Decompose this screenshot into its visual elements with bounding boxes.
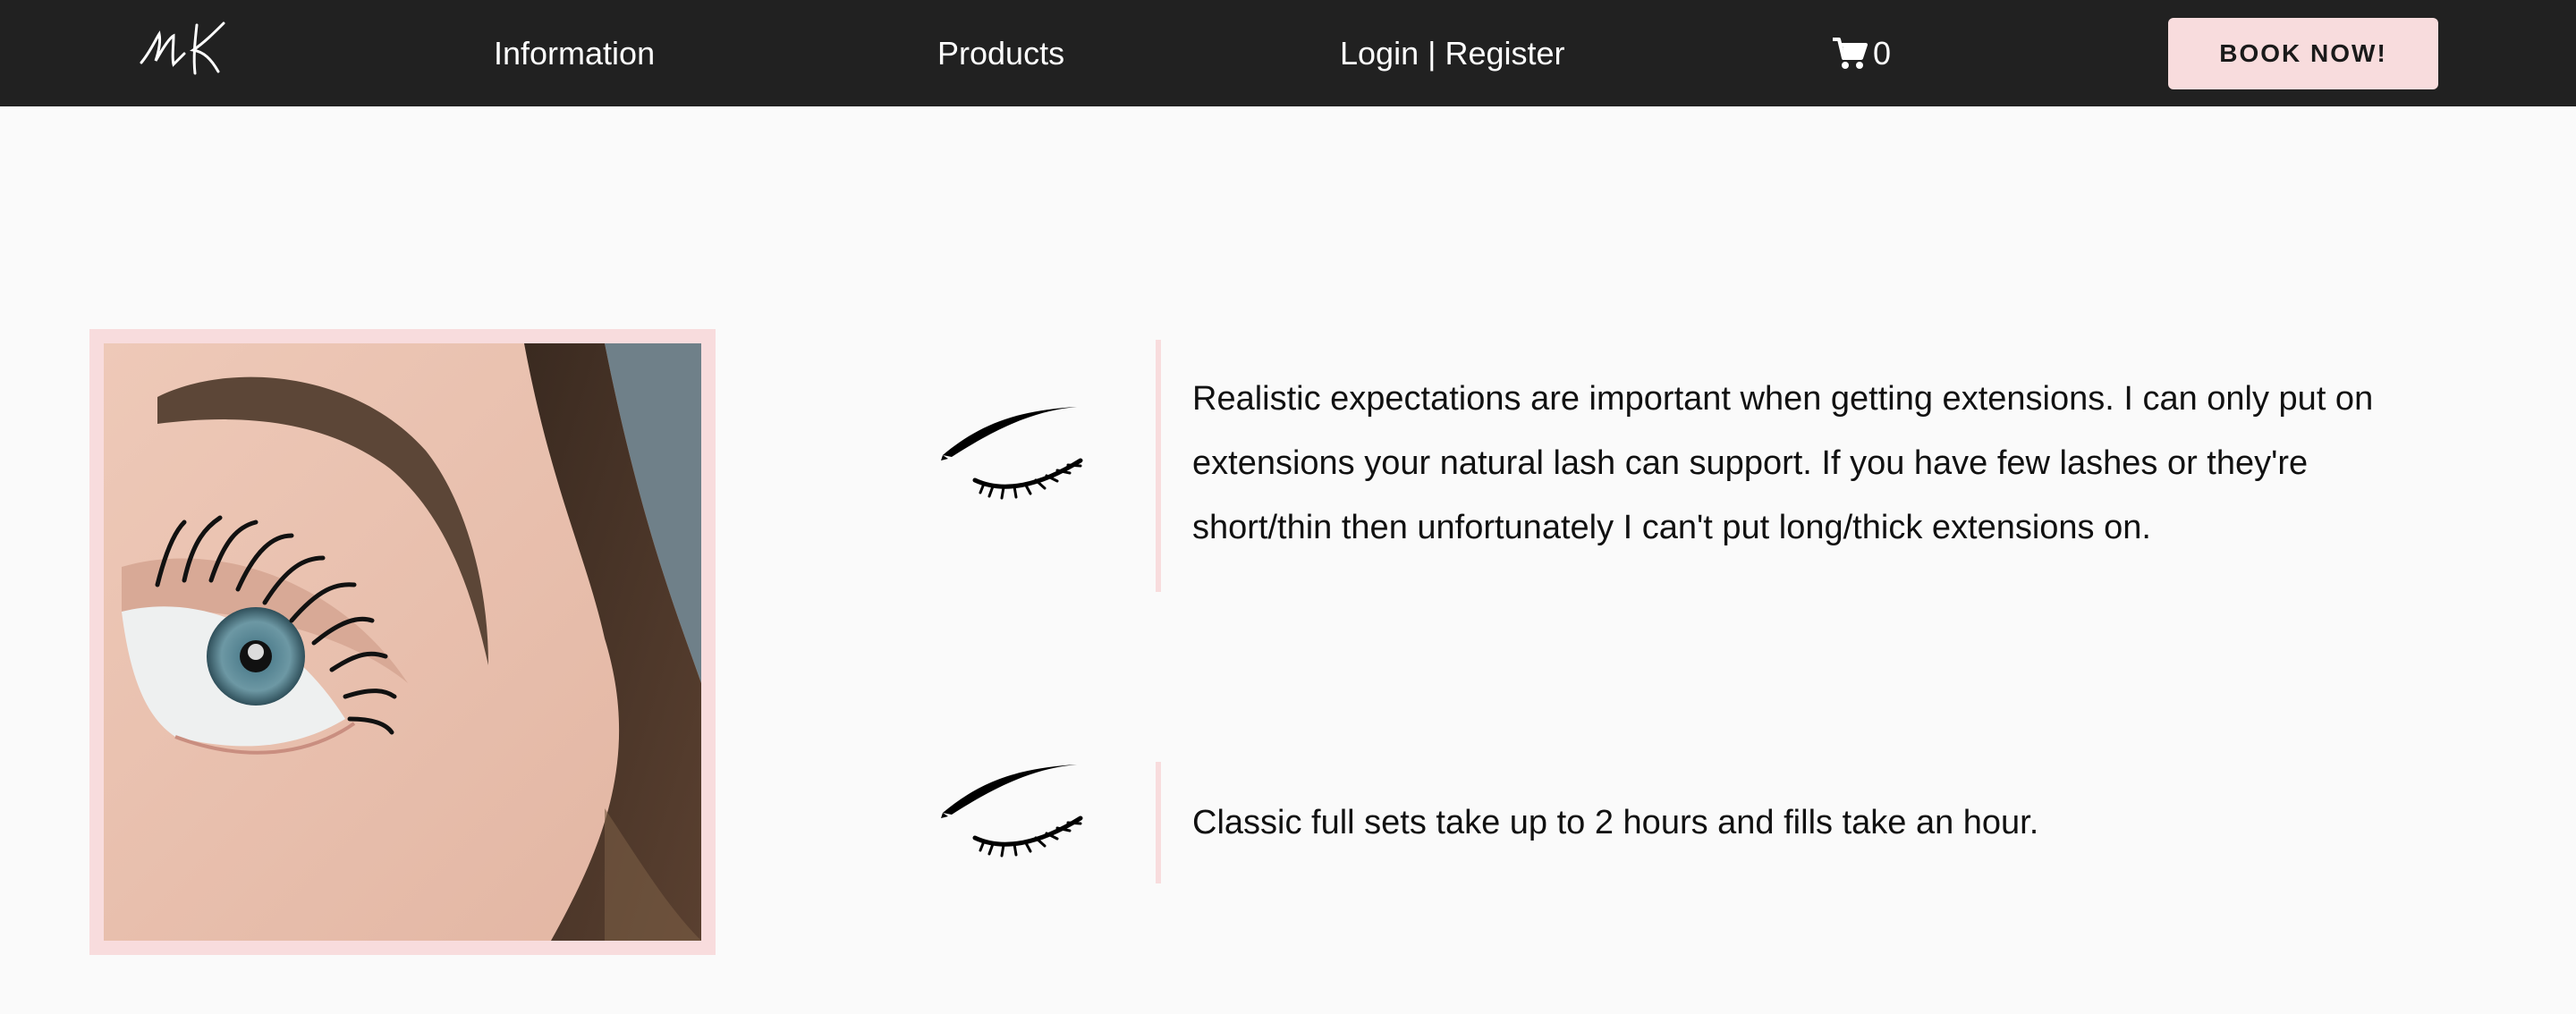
- eyelash-icon: [941, 407, 1083, 500]
- top-navbar: Information Products Login | Register 0 …: [0, 0, 2576, 106]
- lash-photo-illustration: [104, 343, 701, 941]
- info-item: Realistic expectations are important whe…: [1156, 340, 2426, 592]
- mk-logo-icon[interactable]: [134, 16, 233, 80]
- info-text: Realistic expectations are important whe…: [1192, 380, 2374, 546]
- nav-link-products[interactable]: Products: [937, 34, 1064, 73]
- cart-count: 0: [1873, 35, 1892, 72]
- shopping-cart-icon: [1833, 38, 1868, 69]
- photo-frame: [89, 329, 716, 955]
- eyelash-icon: [941, 765, 1083, 858]
- info-text: Classic full sets take up to 2 hours and…: [1192, 804, 2039, 841]
- cart-button[interactable]: 0: [1832, 34, 1891, 73]
- lash-closeup-photo: [104, 343, 701, 941]
- nav-link-login-register[interactable]: Login | Register: [1340, 34, 1565, 73]
- info-item: Classic full sets take up to 2 hours and…: [1156, 762, 2426, 883]
- book-now-button[interactable]: BOOK NOW!: [2168, 18, 2438, 89]
- nav-link-information[interactable]: Information: [494, 34, 655, 73]
